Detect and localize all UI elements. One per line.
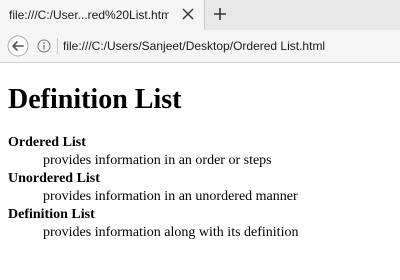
definition-term: Ordered List xyxy=(8,135,86,150)
browser-tab[interactable]: file:///C:/User...red%20List.html xyxy=(0,0,205,30)
tab-title: file:///C:/User...red%20List.html xyxy=(9,8,169,22)
definition-term: Unordered List xyxy=(8,171,100,186)
definition-description: provides information along with its defi… xyxy=(43,225,299,240)
definition-description: provides information in an unordered man… xyxy=(43,189,298,204)
new-tab-icon[interactable] xyxy=(212,6,228,22)
definition-description: provides information in an order or step… xyxy=(43,153,272,168)
address-bar: file:///C:/Users/Sanjeet/Desktop/Ordered… xyxy=(0,30,400,63)
info-icon[interactable] xyxy=(37,39,51,53)
url-divider xyxy=(57,38,58,54)
close-icon[interactable] xyxy=(180,6,196,22)
page-title: Definition List xyxy=(8,84,182,115)
definition-term: Definition List xyxy=(8,207,95,222)
tab-bar: file:///C:/User...red%20List.html xyxy=(0,0,400,30)
back-arrow-icon[interactable] xyxy=(7,35,29,57)
url-field[interactable]: file:///C:/Users/Sanjeet/Desktop/Ordered… xyxy=(63,39,393,53)
definition-list: Ordered List provides information in an … xyxy=(8,134,392,242)
page-content: Definition List Ordered List provides in… xyxy=(8,63,392,242)
